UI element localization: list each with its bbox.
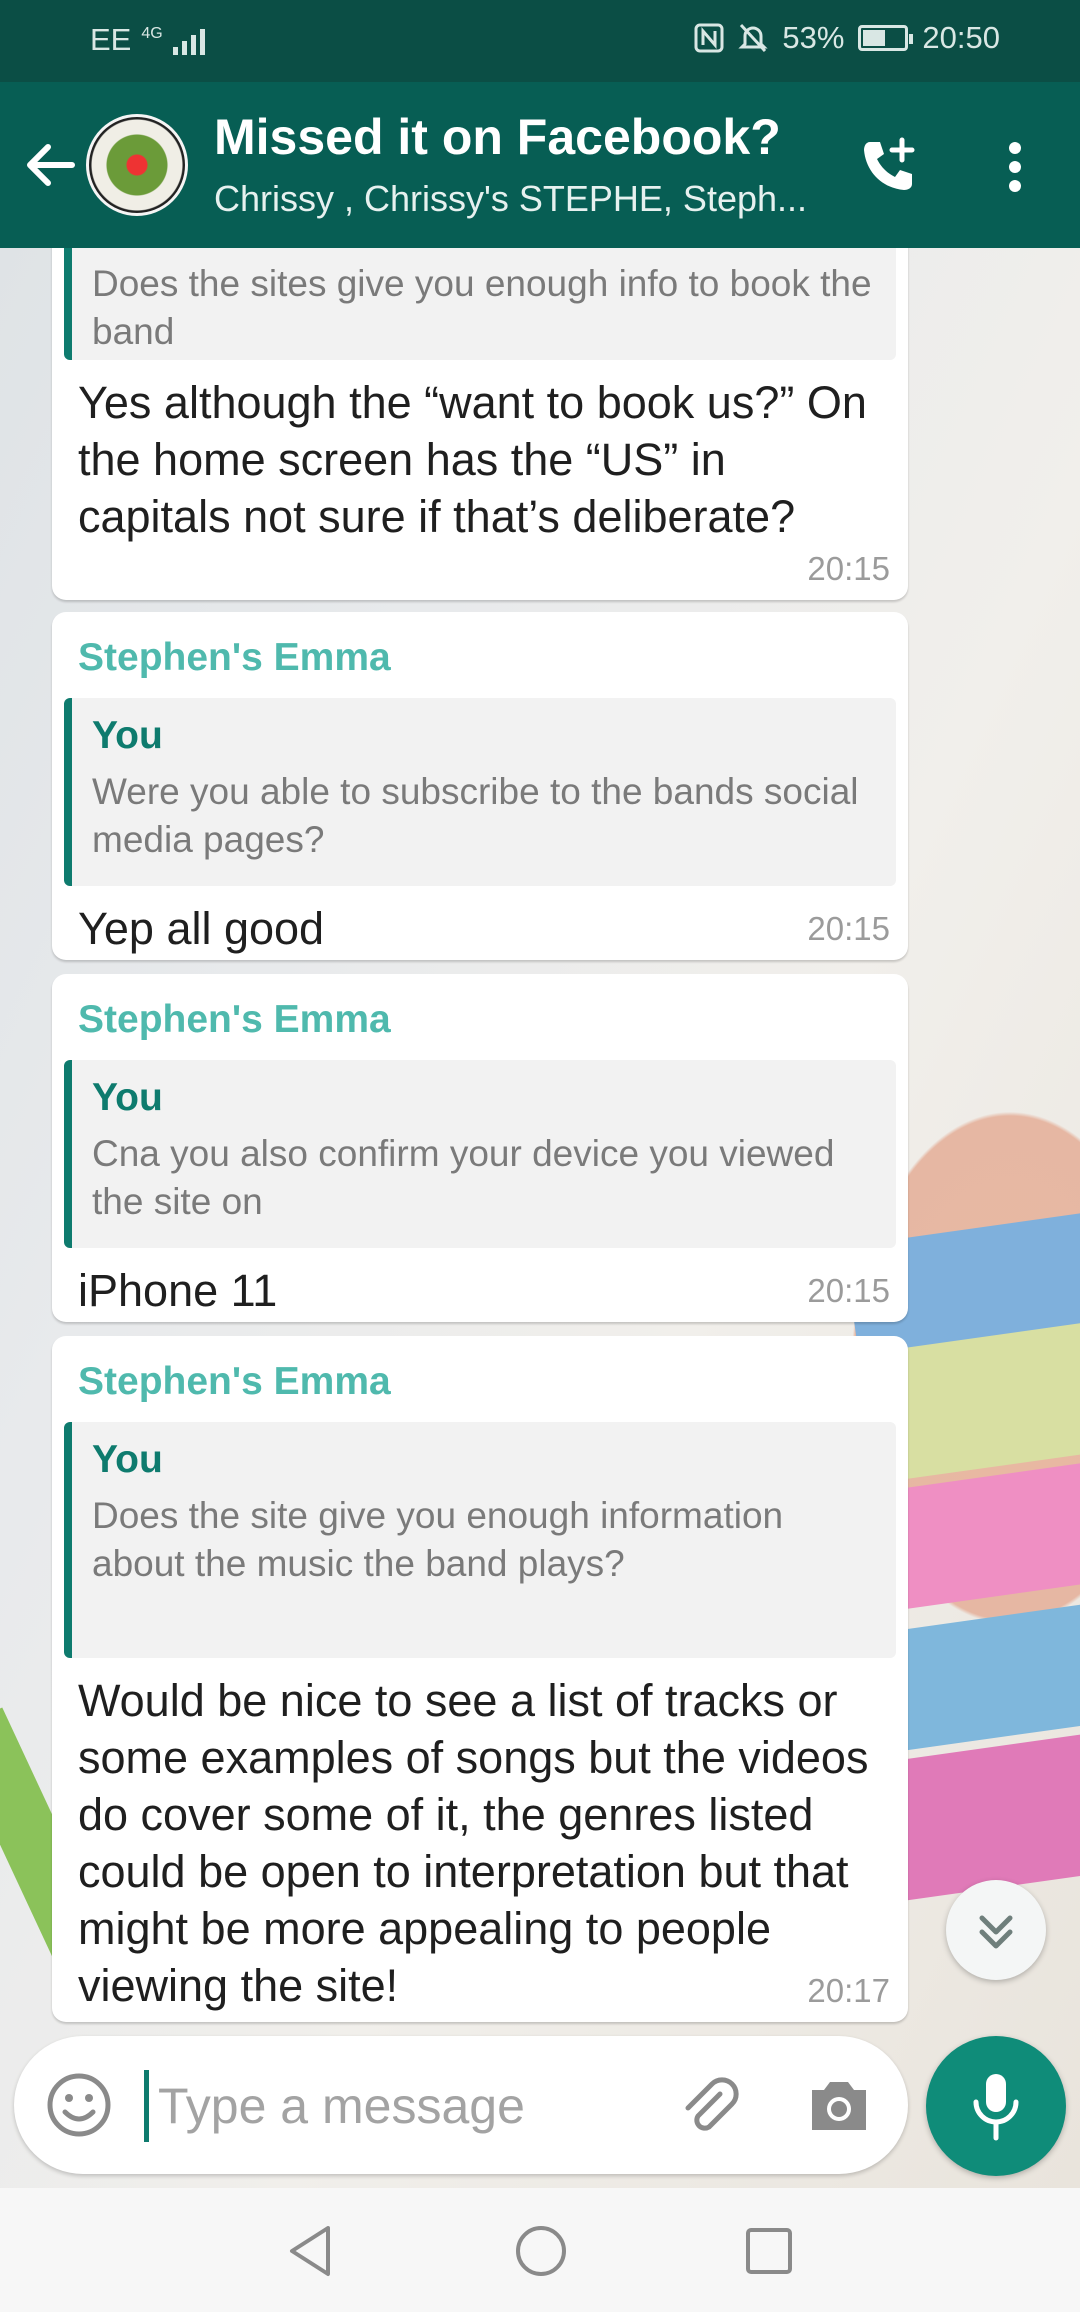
message-time: 20:17: [807, 1972, 890, 2009]
quoted-author: You: [92, 1076, 163, 1119]
add-call-icon[interactable]: [856, 134, 920, 198]
message-composer: [14, 2036, 908, 2174]
message-text: Would be nice to see a list of tracks or…: [78, 1675, 869, 2011]
nav-recent-apps-icon[interactable]: [744, 2226, 794, 2276]
quoted-text: Does the sites give you enough info to b…: [92, 263, 872, 352]
text-cursor: [144, 2070, 149, 2142]
quoted-message[interactable]: Does the sites give you enough info to b…: [64, 248, 896, 360]
group-members[interactable]: Chrissy , Chrissy's STEPHE, Steph...: [214, 178, 834, 220]
signal-icon: [172, 25, 205, 55]
message-list[interactable]: Does the sites give you enough info to b…: [0, 248, 1080, 2028]
message-input[interactable]: [156, 2060, 660, 2152]
quoted-author: You: [92, 1438, 163, 1481]
battery-icon: [858, 25, 914, 51]
quoted-text: Cna you also confirm your device you vie…: [92, 1133, 835, 1222]
quoted-text: Were you able to subscribe to the bands …: [92, 771, 859, 860]
message-bubble[interactable]: Stephen's Emma You Does the site give yo…: [52, 1336, 908, 2022]
quoted-message[interactable]: You Does the site give you enough inform…: [64, 1422, 896, 1658]
message-time: 20:15: [807, 910, 890, 947]
message-text: Yes although the “want to book us?” On t…: [78, 377, 867, 542]
quoted-message[interactable]: You Were you able to subscribe to the ba…: [64, 698, 896, 886]
message-text: Yep all good: [78, 903, 325, 954]
chat-header: Missed it on Facebook? Chrissy , Chrissy…: [0, 82, 1080, 248]
message-bubble[interactable]: Stephen's Emma You Were you able to subs…: [52, 612, 908, 960]
nav-back-icon[interactable]: [286, 2224, 334, 2278]
group-avatar[interactable]: [86, 114, 188, 216]
message-time: 20:15: [807, 550, 890, 587]
nfc-icon: [694, 23, 724, 53]
sender-name: Stephen's Emma: [78, 636, 391, 679]
sender-name: Stephen's Emma: [78, 998, 391, 1041]
quoted-message[interactable]: You Cna you also confirm your device you…: [64, 1060, 896, 1248]
camera-icon[interactable]: [806, 2074, 872, 2136]
microphone-icon: [973, 2074, 1019, 2141]
scroll-to-bottom-button[interactable]: [946, 1880, 1046, 1980]
clock: 20:50: [922, 20, 1000, 55]
group-title[interactable]: Missed it on Facebook?: [214, 108, 781, 166]
message-bubble[interactable]: Stephen's Emma You Cna you also confirm …: [52, 974, 908, 1322]
battery-percent: 53%: [782, 20, 845, 55]
quoted-author: You: [92, 714, 163, 757]
double-chevron-down-icon: [979, 1915, 1013, 1949]
nav-home-icon[interactable]: [514, 2224, 568, 2278]
mute-bell-icon: [738, 23, 768, 53]
system-nav-bar: [0, 2188, 1080, 2312]
status-right: 53% 20:50: [694, 20, 1000, 56]
message-time: 20:15: [807, 1272, 890, 1309]
more-options-icon[interactable]: [1000, 140, 1030, 194]
message-bubble[interactable]: Does the sites give you enough info to b…: [52, 248, 908, 600]
emoji-icon[interactable]: [44, 2070, 114, 2140]
status-left: EE 4G: [90, 22, 205, 58]
attach-icon[interactable]: [674, 2072, 744, 2142]
back-arrow-icon[interactable]: [22, 137, 78, 193]
status-bar: EE 4G 53% 20:50: [0, 0, 1080, 82]
network-type: 4G: [141, 25, 163, 42]
voice-message-button[interactable]: [926, 2036, 1066, 2176]
carrier-label: EE: [90, 22, 132, 57]
quoted-text: Does the site give you enough informatio…: [92, 1495, 784, 1584]
sender-name: Stephen's Emma: [78, 1360, 391, 1403]
message-text: iPhone 11: [78, 1265, 278, 1316]
